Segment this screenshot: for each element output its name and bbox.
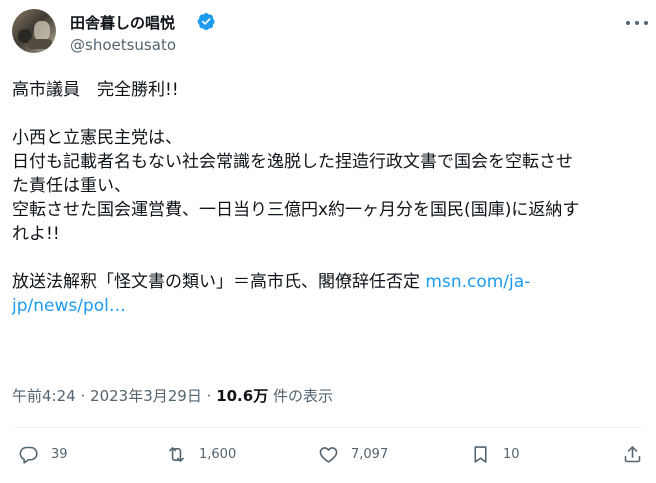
tweet-line: た責任は重い、: [12, 176, 131, 196]
retweet-icon: [169, 446, 184, 462]
tweet-time[interactable]: 午前4:24: [12, 387, 76, 405]
bookmark-count: 10: [503, 446, 520, 462]
tweet-line-with-link: 放送法解釈「怪文書の類い」＝高市氏、閣僚辞任否定 msn.com/ja-: [12, 270, 612, 294]
verified-badge-icon: [197, 12, 215, 31]
tweet-line: 空転させた国会運営費、一日当り三億円x約一ヶ月分を国民(国庫)に返納す: [12, 200, 580, 220]
dot: [635, 21, 639, 25]
dot: [626, 21, 630, 25]
reply-icon: [19, 446, 38, 464]
tweet-line: 小西と立憲民主党は、: [12, 128, 182, 148]
share-icon: [624, 445, 641, 462]
tweet-line: 高市議員 完全勝利!!: [12, 80, 179, 100]
like-count: 7,097: [351, 446, 389, 462]
view-count: 10.6万: [216, 387, 269, 405]
avatar[interactable]: [12, 9, 56, 53]
tweet-date[interactable]: 2023年3月29日: [90, 387, 202, 405]
article-link-continued[interactable]: jp/news/pol…: [12, 296, 126, 316]
heart-icon: [319, 446, 338, 463]
meta-separator: ·: [80, 387, 86, 405]
reply-button[interactable]: 39: [18, 443, 68, 465]
reply-count: 39: [51, 446, 68, 462]
avatar-shape: [28, 39, 52, 49]
meta-separator: ·: [206, 387, 212, 405]
tweet-card: 田舎暮しの唱悦 @shoetsusato 高市議員 完全勝利!! 小西と立憲民主…: [0, 0, 656, 483]
article-link[interactable]: msn.com/ja-: [425, 272, 530, 292]
retweet-count: 1,600: [199, 446, 237, 462]
bookmark-button[interactable]: 10: [470, 443, 520, 465]
tweet-text: 高市議員 完全勝利!! 小西と立憲民主党は、 日付も記載者名もない社会常識を逸脱…: [12, 78, 612, 318]
tweet-meta: 午前4:24 · 2023年3月29日 · 10.6万 件の表示: [12, 385, 333, 406]
tweet-line: 放送法解釈「怪文書の類い」＝高市氏、閣僚辞任否定: [12, 272, 426, 292]
divider: [12, 427, 644, 428]
retweet-button[interactable]: 1,600: [166, 443, 236, 465]
tweet-line-link: jp/news/pol…: [12, 294, 612, 318]
view-count-label: 件の表示: [272, 387, 333, 405]
bookmark-icon: [474, 445, 487, 463]
dot: [644, 21, 648, 25]
avatar-shape: [34, 21, 50, 41]
share-button[interactable]: [622, 443, 643, 465]
tweet-line: 日付も記載者名もない社会常識を逸脱した捏造行政文書で国会を空転させ: [12, 152, 573, 172]
author-display-name[interactable]: 田舎暮しの唱悦: [70, 12, 175, 33]
author-handle[interactable]: @shoetsusato: [70, 36, 176, 54]
like-button[interactable]: 7,097: [318, 443, 388, 465]
tweet-line: れよ!!: [12, 224, 60, 244]
more-options-icon[interactable]: [626, 14, 648, 32]
